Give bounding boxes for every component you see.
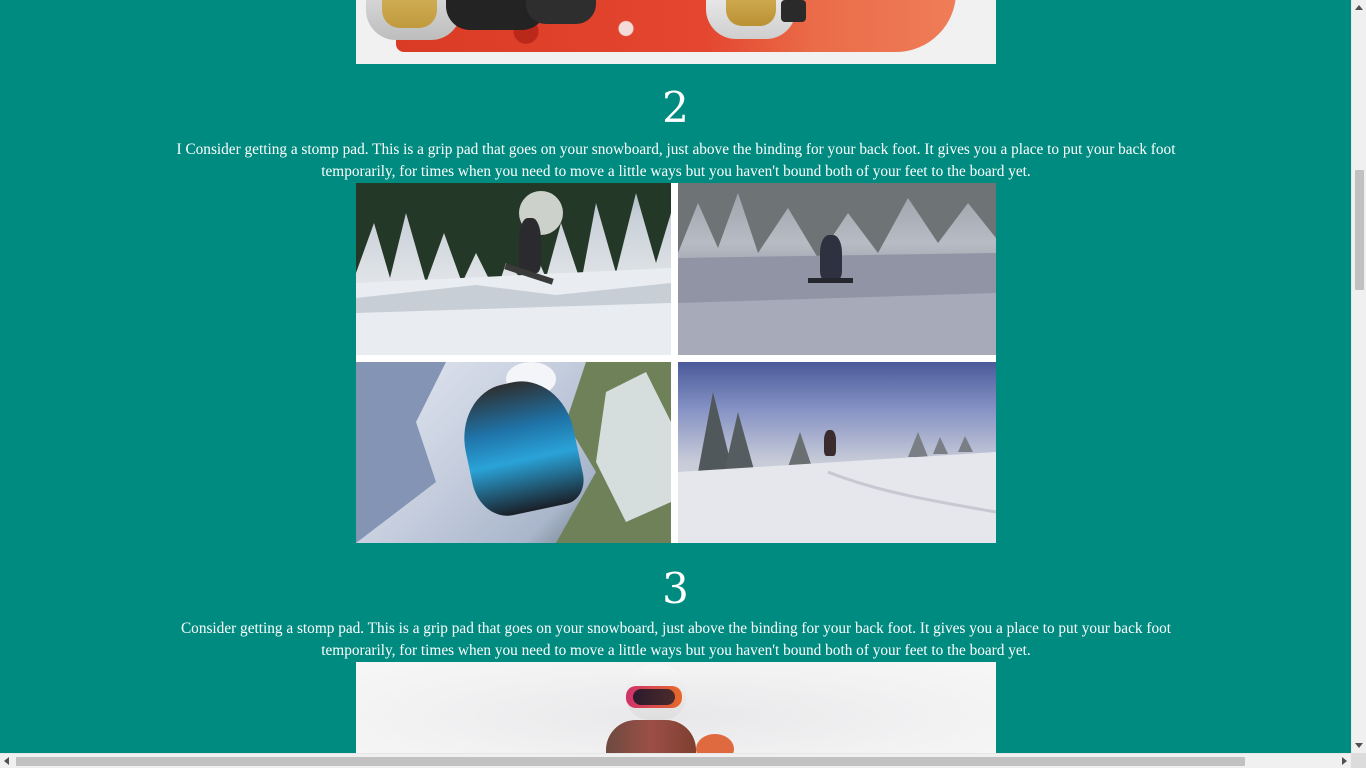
step-text-2: I Consider getting a stomp pad. This is … bbox=[176, 141, 1176, 180]
collage-tile-blue-jacket-rider bbox=[356, 362, 671, 543]
scroll-left-arrow-icon[interactable] bbox=[4, 757, 9, 765]
horizontal-scrollbar[interactable] bbox=[0, 753, 1351, 768]
step-number-3: 3 bbox=[662, 564, 689, 613]
collage-tile-forest-rider bbox=[356, 183, 671, 355]
snowboarders-collage-image bbox=[356, 183, 996, 543]
vertical-scrollbar[interactable] bbox=[1351, 0, 1366, 753]
collage-tile-snowy-field bbox=[678, 362, 996, 543]
step-number-2: 2 bbox=[662, 83, 689, 132]
article-page: 2 I Consider getting a stomp pad. This i… bbox=[0, 0, 1351, 753]
vertical-scroll-thumb[interactable] bbox=[1355, 170, 1364, 290]
snowboarder-helmet-photo bbox=[356, 662, 996, 753]
snowboard-bindings-photo bbox=[356, 0, 996, 64]
scroll-down-arrow-icon[interactable] bbox=[1355, 743, 1363, 748]
step-text-3: Consider getting a stomp pad. This is a … bbox=[180, 620, 1171, 659]
scrollbar-corner bbox=[1351, 753, 1366, 768]
collage-tile-slope-rider bbox=[678, 183, 996, 355]
horizontal-scroll-thumb[interactable] bbox=[16, 757, 1245, 766]
scroll-right-arrow-icon[interactable] bbox=[1342, 757, 1347, 765]
scroll-up-arrow-icon[interactable] bbox=[1355, 5, 1363, 10]
